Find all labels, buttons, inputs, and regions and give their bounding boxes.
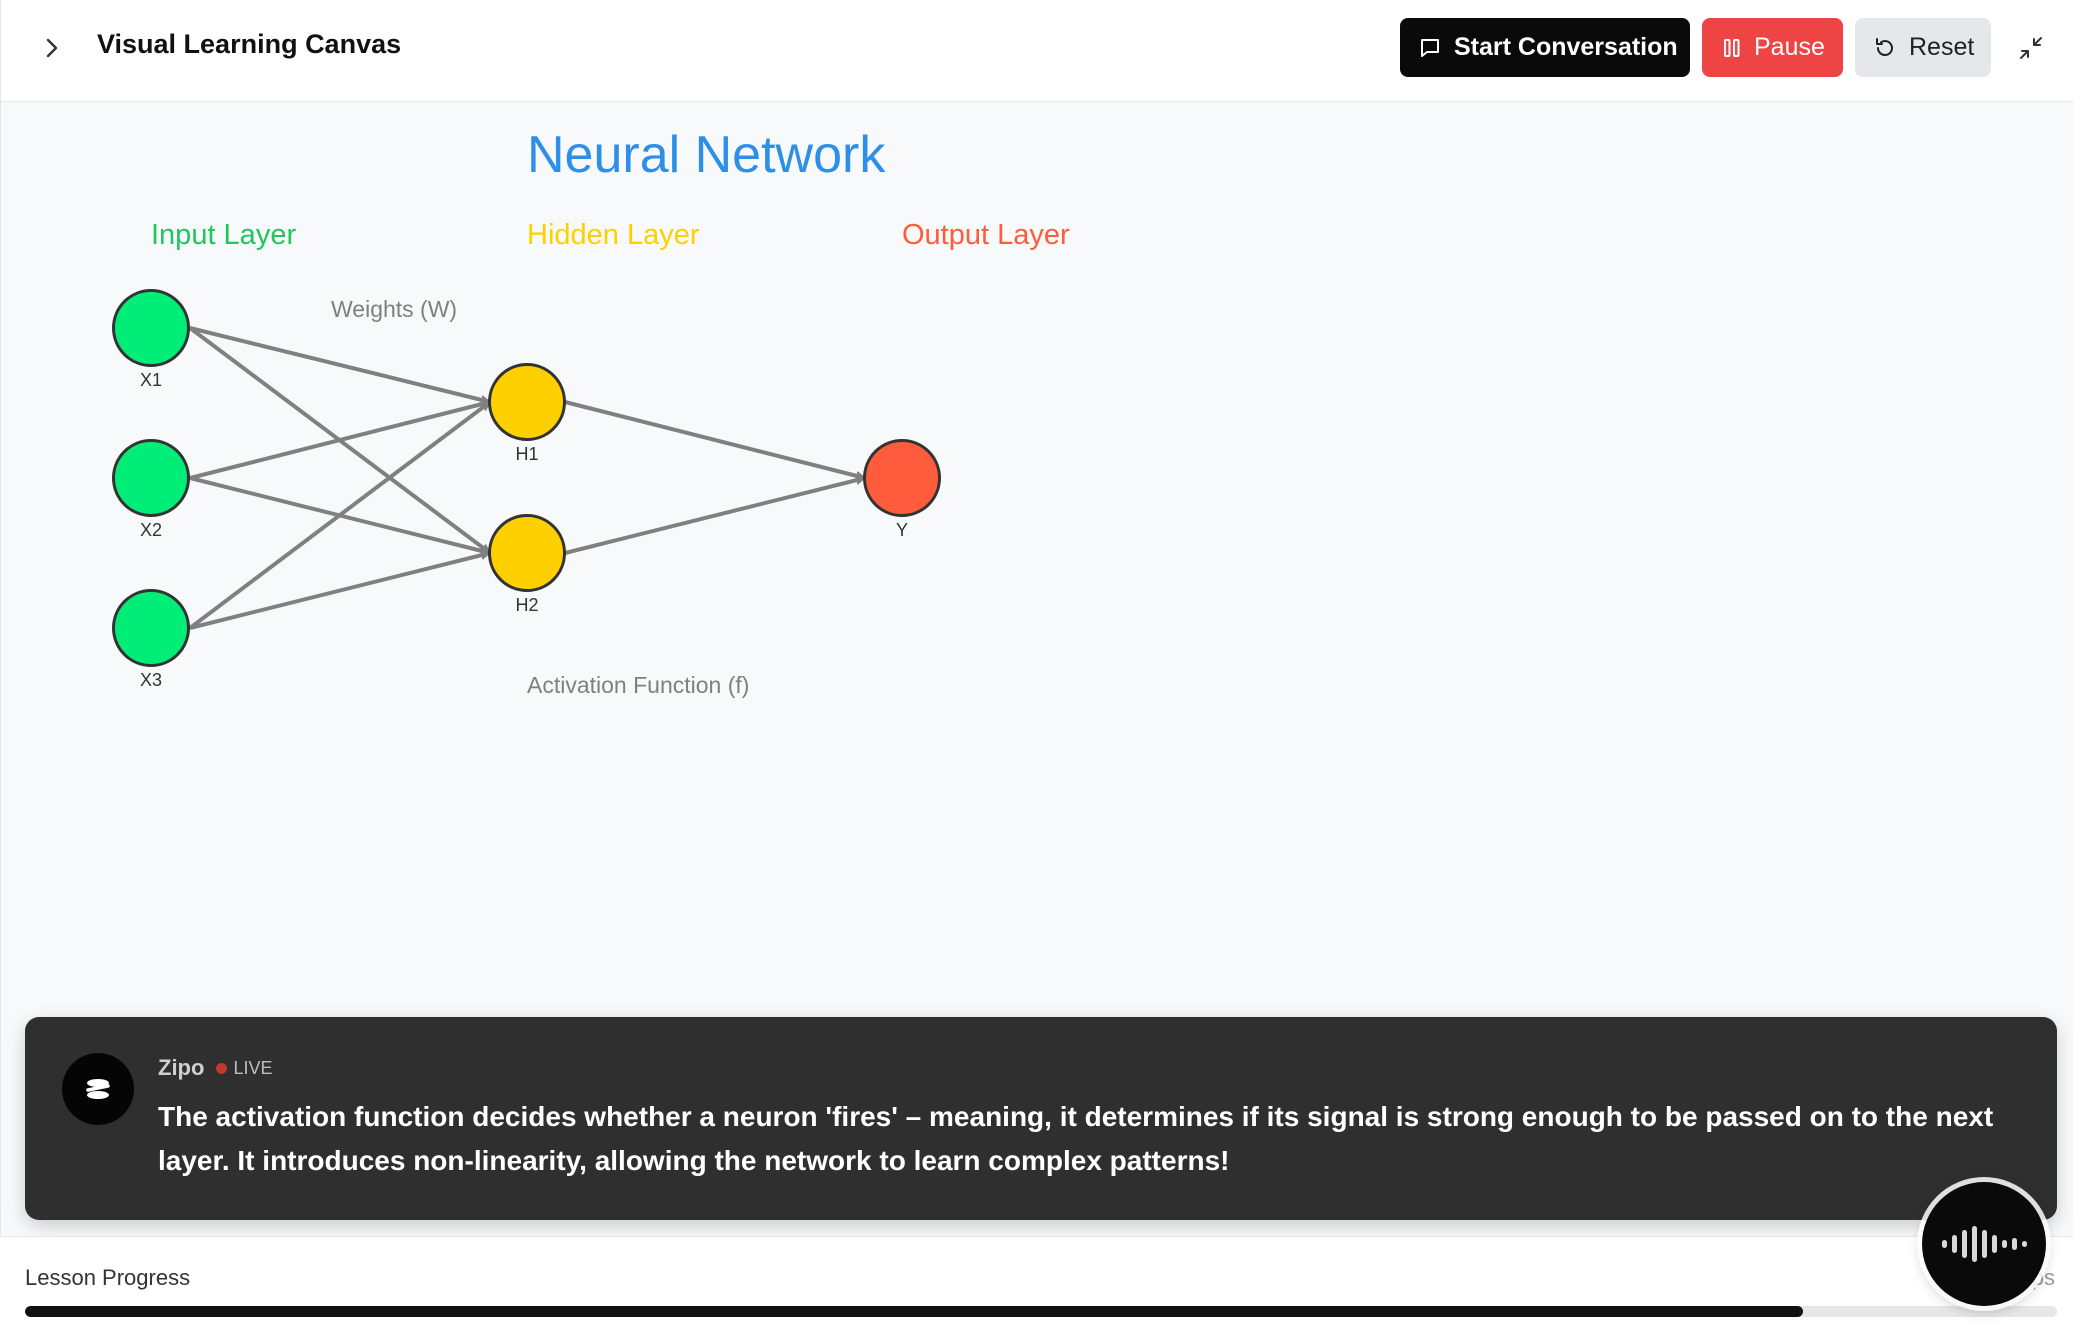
weights-label: Weights (W) (331, 296, 457, 322)
node-y (863, 439, 941, 517)
node-label-x2: X2 (140, 520, 162, 540)
avatar (62, 1053, 134, 1125)
minimize-icon (2020, 37, 2042, 59)
edge-x1-h1 (189, 326, 491, 405)
node-x2 (112, 439, 190, 517)
node-label-h1: H1 (515, 444, 538, 464)
hidden-layer-label: Hidden Layer (527, 219, 700, 251)
live-badge: LIVE (233, 1057, 273, 1078)
edge-x3-h1 (188, 400, 492, 630)
progress-bar-fill (25, 1306, 1803, 1317)
live-indicator-dot (216, 1062, 228, 1074)
voice-button[interactable] (1922, 1182, 2046, 1306)
activation-function-label: Activation Function (f) (527, 672, 749, 698)
node-label-y: Y (896, 520, 908, 540)
speaker-name: Zipo (158, 1055, 205, 1080)
audio-waveform-icon (1942, 1226, 2027, 1262)
reset-button[interactable]: Reset (1855, 18, 1991, 77)
input-hidden-edges (188, 326, 492, 630)
node-label-x1: X1 (140, 370, 162, 390)
input-nodes: X1 X2 X3 (112, 289, 190, 690)
progress-bar (25, 1306, 2057, 1317)
edge-h1-y (564, 400, 866, 481)
start-conversation-button[interactable]: Start Conversation (1400, 18, 1690, 77)
page-title: Visual Learning Canvas (97, 29, 402, 59)
chevron-right-icon (46, 38, 58, 58)
node-h1 (488, 363, 566, 441)
diagram-title: Neural Network (527, 126, 886, 184)
edge-x3-h2 (189, 550, 491, 630)
lesson-progress: Lesson Progress 2 … ps (0, 1236, 2073, 1324)
pause-icon (1722, 37, 1742, 59)
narration-panel: Zipo LIVE The activation function decide… (25, 1017, 2057, 1220)
rotate-ccw-icon (1873, 36, 1897, 60)
reset-label: Reset (1909, 33, 1975, 61)
zipo-logo-icon (86, 1079, 110, 1099)
output-nodes: Y (863, 439, 941, 540)
start-conversation-label: Start Conversation (1454, 33, 1678, 61)
pause-label: Pause (1754, 33, 1825, 61)
message-square-icon (1418, 36, 1442, 60)
input-layer-label: Input Layer (151, 219, 296, 251)
narration-text: The activation function decides whether … (158, 1101, 1994, 1176)
minimize-button[interactable] (2014, 30, 2048, 66)
progress-label: Lesson Progress (25, 1265, 191, 1290)
node-label-h2: H2 (515, 595, 538, 615)
node-x3 (112, 589, 190, 667)
node-x1 (112, 289, 190, 367)
edge-x2-h1 (189, 399, 491, 480)
sidebar-toggle-button[interactable] (38, 30, 66, 66)
node-label-x3: X3 (140, 670, 162, 690)
node-h2 (488, 514, 566, 592)
output-layer-label: Output Layer (902, 219, 1070, 251)
hidden-nodes: H1 H2 (488, 363, 566, 615)
hidden-output-edges (564, 400, 866, 555)
speaker-row: Zipo LIVE (158, 1055, 272, 1081)
top-bar: Visual Learning Canvas Start Conversatio… (0, 0, 2073, 1324)
edge-h2-y (564, 475, 866, 555)
pause-button[interactable]: Pause (1702, 18, 1843, 77)
